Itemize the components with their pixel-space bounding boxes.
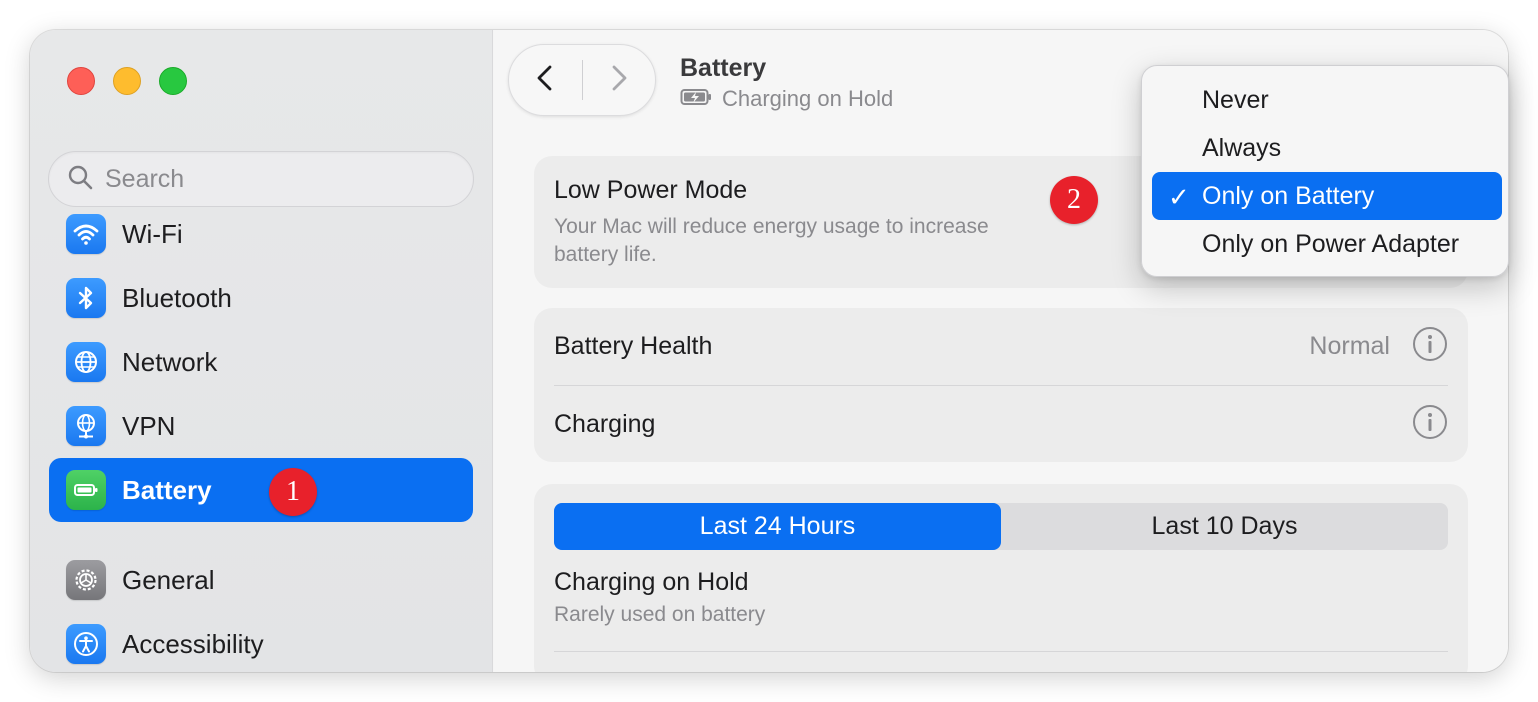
charging-status-description: Rarely used on battery (554, 603, 766, 626)
close-button[interactable] (67, 67, 95, 95)
sidebar-item-accessibility[interactable]: Accessibility (49, 612, 473, 672)
battery-health-label: Battery Health (554, 332, 713, 360)
sidebar-item-label: Bluetooth (122, 282, 232, 313)
menu-item-label: Only on Battery (1202, 181, 1375, 210)
search-icon (67, 164, 93, 195)
sidebar-item-bluetooth[interactable]: Bluetooth (49, 266, 473, 330)
wifi-icon (66, 214, 106, 254)
battery-health-row: Battery Health Normal (554, 308, 1448, 385)
search-placeholder: Search (105, 164, 185, 193)
menu-item-only-on-battery[interactable]: ✓ Only on Battery (1152, 172, 1502, 220)
forward-button[interactable] (583, 44, 656, 116)
row-divider (554, 651, 1448, 652)
minimize-button[interactable] (113, 67, 141, 95)
time-range-segmented-control: Last 24 Hours Last 10 Days (554, 503, 1448, 550)
tab-last-24-hours[interactable]: Last 24 Hours (554, 503, 1001, 550)
info-icon[interactable] (1412, 326, 1448, 367)
zoom-button[interactable] (159, 67, 187, 95)
sidebar-item-label: Network (122, 346, 218, 377)
sidebar-item-label: Accessibility (122, 628, 264, 659)
bluetooth-icon (66, 278, 106, 318)
sidebar-item-wifi[interactable]: Wi-Fi (49, 202, 473, 266)
search-input[interactable]: Search (48, 151, 474, 207)
sidebar-item-label: Battery (122, 474, 212, 505)
charging-row: Charging (554, 386, 1448, 462)
low-power-description: Your Mac will reduce energy usage to inc… (554, 215, 989, 266)
charging-status-title: Charging on Hold (554, 568, 749, 596)
sidebar: Search Wi-Fi Bluetooth Network VPN Batte… (30, 30, 493, 672)
battery-icon (66, 470, 106, 510)
page-subtitle: Charging on Hold (680, 86, 893, 112)
usage-history-card: Last 24 Hours Last 10 Days Charging on H… (534, 484, 1468, 672)
sidebar-item-vpn[interactable]: VPN (49, 394, 473, 458)
battery-status-card: Battery Health Normal Charging (534, 308, 1468, 462)
menu-item-never[interactable]: Never (1152, 76, 1502, 124)
low-power-mode-menu: Never Always ✓ Only on Battery Only on P… (1141, 65, 1509, 277)
page-title: Battery (680, 54, 767, 82)
sidebar-item-battery[interactable]: Battery (49, 458, 473, 522)
sidebar-item-network[interactable]: Network (49, 330, 473, 394)
sidebar-item-general[interactable]: General (49, 548, 473, 612)
battery-health-value: Normal (1309, 332, 1390, 360)
subtitle-text: Charging on Hold (722, 86, 894, 111)
battery-charging-icon (680, 88, 712, 111)
sidebar-item-label: General (122, 564, 215, 595)
charging-status-row: Charging on Hold Rarely used on battery (554, 568, 1448, 629)
step-badge-1: 1 (269, 468, 317, 516)
menu-item-only-on-power-adapter[interactable]: Only on Power Adapter (1152, 220, 1502, 268)
chevron-left-icon (532, 63, 558, 98)
sidebar-item-label: Wi-Fi (122, 218, 183, 249)
globe-icon (66, 342, 106, 382)
info-icon[interactable] (1412, 404, 1448, 445)
navigation-controls (508, 44, 656, 116)
menu-item-always[interactable]: Always (1152, 124, 1502, 172)
step-badge-2: 2 (1050, 176, 1098, 224)
chevron-right-icon (606, 63, 632, 98)
back-button[interactable] (509, 44, 582, 116)
battery-health-value-group: Normal (1309, 326, 1448, 367)
checkmark-icon: ✓ (1168, 182, 1190, 212)
charging-label: Charging (554, 409, 656, 438)
accessibility-icon (66, 624, 106, 664)
sidebar-item-label: VPN (122, 410, 176, 441)
gear-icon (66, 560, 106, 600)
tab-last-10-days[interactable]: Last 10 Days (1001, 503, 1448, 550)
vpn-globe-icon (66, 406, 106, 446)
